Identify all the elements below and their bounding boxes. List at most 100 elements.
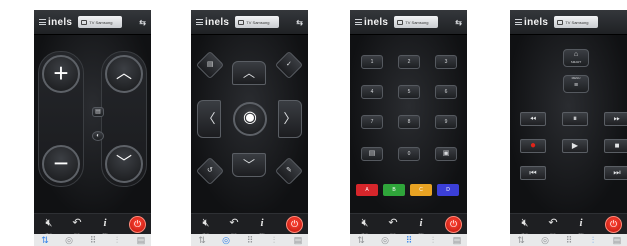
exit-button[interactable]: ↶Exit xyxy=(225,216,243,236)
numpad-key[interactable]: 0 xyxy=(398,147,420,161)
exit-button[interactable]: ↶Exit xyxy=(544,216,562,236)
corner-button-bottom-left[interactable]: ↺ xyxy=(195,156,225,186)
exit-icon: ↶ xyxy=(548,217,558,229)
device-selector[interactable]: TV Samsung xyxy=(394,16,439,28)
nav-extra-icon[interactable]: ▤ xyxy=(610,235,624,245)
channel-up-button[interactable]: ︿ xyxy=(105,55,143,93)
action-bar: 🔇︎Mute ↶Exit iInfo ⏻ xyxy=(34,213,151,236)
nav-extra-icon[interactable]: ▤ xyxy=(134,235,148,245)
nav-dpad-icon[interactable]: ◎ xyxy=(219,235,233,245)
dpad-up-button[interactable]: ︿ xyxy=(232,61,266,85)
nav-media-icon[interactable]: ⫶ xyxy=(110,235,124,245)
numpad-key[interactable]: 4 xyxy=(361,85,383,99)
nav-numpad-icon[interactable]: ⠿ xyxy=(562,235,576,245)
nav-dpad-icon[interactable]: ◎ xyxy=(538,235,552,245)
numpad-key[interactable]: 3 xyxy=(435,55,457,69)
pause-button[interactable]: ⏸︎ xyxy=(562,112,588,126)
volume-up-button[interactable]: + xyxy=(42,55,80,93)
mute-button[interactable]: 🔇︎Mute xyxy=(40,216,58,236)
nav-remote-icon[interactable]: ⇅ xyxy=(354,235,368,245)
remote-body: ⌂ SMART MENU ≡ ⏪︎ ⏸︎ ⏩︎ ● ▶︎ ■ ⏮︎ ⏭︎ xyxy=(510,35,627,213)
smart-button[interactable]: ⌂ SMART xyxy=(563,49,589,67)
power-button[interactable]: ⏻ xyxy=(129,216,146,233)
dpad-ok-button[interactable]: ◉ xyxy=(233,102,267,136)
info-button[interactable]: iInfo xyxy=(96,216,114,236)
nav-remote-icon[interactable]: ⇅ xyxy=(195,235,209,245)
numpad-key[interactable]: 8 xyxy=(398,115,420,129)
menu-icon[interactable] xyxy=(355,19,362,25)
exit-button[interactable]: ↶Exit xyxy=(384,216,402,236)
record-icon: ● xyxy=(529,140,537,151)
power-button[interactable]: ⏻ xyxy=(605,216,622,233)
swap-arrows-icon[interactable]: ⇆ xyxy=(455,18,462,27)
phone-screen-dpad: inels TV Samsung ⇆ ▤ ✓ ↺ ✎ ︿ ﹀ 〈 〉 ◉ 🔇︎M… xyxy=(191,10,308,246)
color-key-d[interactable]: D xyxy=(437,184,459,196)
mute-button[interactable]: 🔇︎Mute xyxy=(356,216,374,236)
color-key-b[interactable]: B xyxy=(383,184,405,196)
channel-down-button[interactable]: ﹀ xyxy=(105,145,143,183)
stop-icon: ■ xyxy=(614,141,620,150)
numpad-key[interactable]: 2 xyxy=(398,55,420,69)
nav-numpad-icon[interactable]: ⠿ xyxy=(86,235,100,245)
nav-dpad-icon[interactable]: ◎ xyxy=(62,235,76,245)
nav-media-icon[interactable]: ⫶ xyxy=(586,235,600,245)
stop-button[interactable]: ■ xyxy=(604,139,627,153)
menu-icon[interactable] xyxy=(515,19,522,25)
menu-button[interactable]: MENU ≡ xyxy=(563,75,589,93)
next-button[interactable]: ⏭︎ xyxy=(604,166,627,180)
menu-icon[interactable] xyxy=(39,19,46,25)
arrow-left-icon: 〈 xyxy=(202,111,216,126)
corner-button-top-left[interactable]: ▤ xyxy=(195,50,225,80)
info-button[interactable]: iInfo xyxy=(253,216,271,236)
nav-remote-icon[interactable]: ⇅ xyxy=(514,235,528,245)
color-key-c[interactable]: C xyxy=(410,184,432,196)
menu-icon[interactable] xyxy=(196,19,203,25)
nav-numpad-icon[interactable]: ⠿ xyxy=(243,235,257,245)
device-selector[interactable]: TV Samsung xyxy=(78,16,123,28)
volume-down-button[interactable]: − xyxy=(42,145,80,183)
fast-forward-button[interactable]: ⏩︎ xyxy=(604,112,627,126)
rewind-button[interactable]: ⏪︎ xyxy=(520,112,546,126)
device-selector[interactable]: TV Samsung xyxy=(235,16,280,28)
nav-dpad-icon[interactable]: ◎ xyxy=(378,235,392,245)
info-button[interactable]: iInfo xyxy=(572,216,590,236)
action-bar: 🔇︎Mute ↶Exit iInfo ⏻ xyxy=(350,213,467,236)
power-button[interactable]: ⏻ xyxy=(445,216,462,233)
settings-icon: ✎ xyxy=(286,167,292,174)
nav-remote-icon[interactable]: ⇅ xyxy=(38,235,52,245)
nav-media-icon[interactable]: ⫶ xyxy=(267,235,281,245)
record-button[interactable]: ● xyxy=(520,139,546,153)
rewind-icon: ⏪︎ xyxy=(529,114,537,123)
dpad-down-button[interactable]: ﹀ xyxy=(232,153,266,177)
nav-extra-icon[interactable]: ▤ xyxy=(450,235,464,245)
menu-list-icon: ≡ xyxy=(573,82,579,89)
numpad-key[interactable]: 6 xyxy=(435,85,457,99)
guide-button[interactable]: ▤ xyxy=(92,107,104,117)
corner-button-bottom-right[interactable]: ✎ xyxy=(274,156,304,186)
numpad-key[interactable]: 9 xyxy=(435,115,457,129)
numpad-key[interactable]: 5 xyxy=(398,85,420,99)
nav-extra-icon[interactable]: ▤ xyxy=(291,235,305,245)
swap-arrows-icon[interactable]: ⇆ xyxy=(139,18,146,27)
mute-button[interactable]: 🔇︎Mute xyxy=(516,216,534,236)
previous-button[interactable]: ⏮︎ xyxy=(520,166,546,180)
numpad-prech-key[interactable]: ▣ xyxy=(435,147,457,161)
device-selector[interactable]: TV Samsung xyxy=(554,16,599,28)
power-button[interactable]: ⏻ xyxy=(286,216,303,233)
color-key-a[interactable]: A xyxy=(356,184,378,196)
dpad-left-button[interactable]: 〈 xyxy=(197,100,221,138)
nav-numpad-icon[interactable]: ⠿ xyxy=(402,235,416,245)
mute-button[interactable]: 🔇︎Mute xyxy=(197,216,215,236)
smart-label: SMART xyxy=(570,60,582,64)
info-button[interactable]: iInfo xyxy=(412,216,430,236)
corner-button-top-right[interactable]: ✓ xyxy=(274,50,304,80)
play-button[interactable]: ▶︎ xyxy=(562,139,588,153)
numpad-list-key[interactable]: ▤ xyxy=(361,147,383,161)
dpad-right-button[interactable]: 〉 xyxy=(278,100,302,138)
exit-button[interactable]: ↶Exit xyxy=(68,216,86,236)
nav-media-icon[interactable]: ⫶ xyxy=(426,235,440,245)
numpad-key[interactable]: 1 xyxy=(361,55,383,69)
swap-arrows-icon[interactable]: ⇆ xyxy=(296,18,303,27)
source-button[interactable]: ◐ xyxy=(92,131,104,141)
numpad-key[interactable]: 7 xyxy=(361,115,383,129)
